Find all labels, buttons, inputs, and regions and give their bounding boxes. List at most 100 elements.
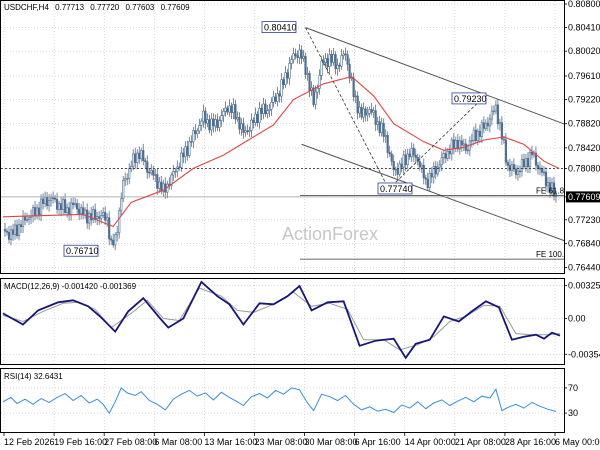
candle-body — [374, 110, 377, 125]
candle-body — [128, 168, 131, 179]
candle-body — [408, 153, 411, 158]
candle-body — [39, 198, 43, 215]
candle-body — [96, 216, 99, 220]
candle-body — [354, 95, 357, 98]
candle-body — [440, 157, 443, 166]
candle-body — [302, 56, 305, 59]
candle-body — [470, 139, 473, 142]
candle-body — [210, 118, 213, 131]
candle-body — [414, 154, 417, 158]
candle-body — [136, 152, 139, 163]
candle-body — [112, 239, 115, 246]
candle-body — [132, 153, 135, 167]
candle-body — [108, 217, 111, 240]
y-axis-main: 0.80800 0.80410 0.80020 0.79610 0.79220 0.788… — [564, 0, 600, 273]
candle-body — [536, 164, 540, 169]
candle-body — [254, 113, 257, 123]
candle-body — [482, 122, 485, 129]
candle-body — [98, 216, 101, 219]
main-title: USDCHF,H4 0.77713 0.77720 0.77603 0.7760… — [4, 3, 190, 12]
candle-body — [462, 143, 465, 146]
candle-body — [100, 215, 103, 219]
y-tick-label: 0.77230 — [568, 215, 600, 225]
candle-body — [186, 146, 189, 156]
candle-body — [508, 165, 512, 171]
current-price-text: 0.77609 — [568, 192, 600, 202]
candle-body — [158, 181, 161, 189]
candle-body — [292, 53, 295, 61]
candle-body — [252, 119, 255, 123]
candle-body — [326, 58, 329, 67]
candle-body — [362, 108, 365, 118]
candle-body — [380, 123, 383, 133]
candle-body — [324, 58, 327, 63]
candle-body — [60, 203, 63, 210]
candle-body — [224, 107, 227, 112]
ohlc-open: 0.77713 — [55, 3, 84, 12]
current-price-tag: 0.77609 — [566, 191, 600, 203]
candle-body — [104, 212, 107, 221]
candle-body — [144, 160, 147, 163]
candle-body — [274, 96, 277, 102]
candle-body — [372, 110, 375, 113]
ohlc-low: 0.77603 — [125, 3, 154, 12]
candle-body — [398, 163, 401, 175]
candle-body — [27, 217, 31, 221]
candle-body — [154, 174, 157, 176]
candle-body — [264, 103, 267, 115]
watermark: ActionForex — [282, 224, 378, 244]
candle-body — [452, 139, 455, 149]
candle-body — [418, 161, 421, 168]
y-axis-rsi: 70 30 — [564, 383, 578, 418]
candle-body — [496, 104, 499, 125]
x-tick-label: 27 Feb 08:00 — [104, 437, 157, 447]
price-label-text: 0.76710 — [66, 246, 99, 256]
candle-body — [55, 198, 59, 210]
x-tick-label: 21 Apr 08:00 — [455, 437, 506, 447]
candle-body — [388, 152, 391, 155]
candle-body — [498, 122, 501, 125]
fe-label: FE 61.8 — [536, 187, 565, 196]
candle-body — [306, 73, 309, 75]
candle-body — [41, 198, 45, 204]
candle-body — [35, 207, 39, 217]
candle-body — [378, 121, 381, 133]
candle-body — [172, 171, 175, 176]
candle-body — [294, 53, 297, 57]
candle-body — [466, 149, 469, 152]
x-tick-label: 6 Mar 08:00 — [154, 437, 202, 447]
candle-body — [338, 64, 341, 67]
candle-body — [426, 178, 429, 188]
x-tick-label: 13 Mar 16:00 — [204, 437, 257, 447]
candle-body — [320, 60, 323, 76]
candle-body — [9, 229, 13, 240]
forex-chart: ActionForex 0.80410 0.79230 0.77740 0.76710… — [0, 0, 600, 447]
candle-body — [366, 113, 369, 116]
candle-body — [33, 207, 37, 217]
candle-body — [76, 203, 79, 210]
candle-body — [246, 130, 249, 132]
candle-body — [402, 154, 405, 168]
candle-body — [520, 159, 524, 172]
candle-body — [442, 153, 445, 158]
candle-body — [74, 203, 77, 206]
candle-body — [25, 219, 29, 221]
candle-body — [174, 170, 177, 173]
candle-body — [340, 55, 343, 67]
candle-body — [288, 63, 291, 79]
y-tick-label: 0.003256 — [568, 281, 600, 291]
candle-body — [236, 117, 239, 120]
candle-body — [284, 72, 287, 86]
candle-body — [43, 196, 47, 204]
candle-body — [450, 139, 453, 155]
candle-body — [472, 129, 475, 141]
candle-body — [390, 153, 393, 162]
candle-body — [238, 117, 241, 130]
candle-body — [270, 101, 273, 110]
y-tick-label: 0.76440 — [568, 263, 600, 273]
candle-body — [218, 120, 221, 128]
macd-panel — [0, 278, 565, 365]
candle-body — [244, 130, 247, 133]
candle-body — [486, 122, 489, 127]
candle-body — [118, 210, 121, 233]
